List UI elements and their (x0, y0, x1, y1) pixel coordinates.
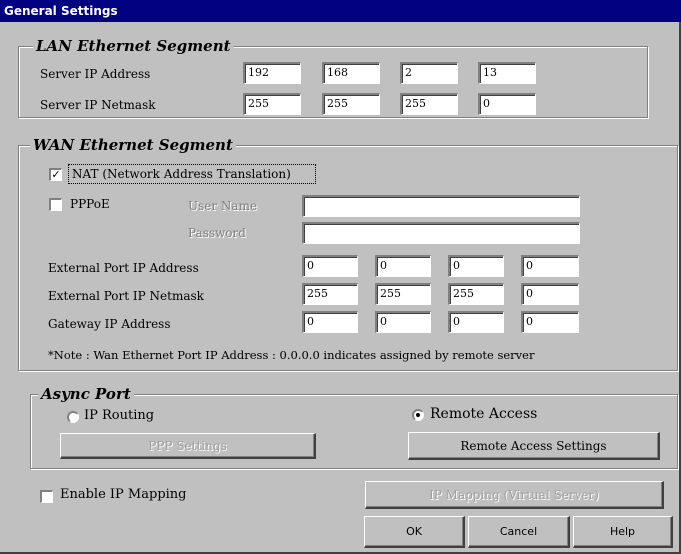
lan-legend: LAN Ethernet Segment (33, 37, 234, 55)
server-netmask-octet-3[interactable]: 255 (400, 93, 458, 115)
gateway-octet-2[interactable]: 0 (375, 311, 431, 333)
username-label: User Name (188, 199, 258, 213)
remote-access-label[interactable]: Remote Access (430, 406, 537, 422)
ppp-settings-button[interactable]: PPP Settings (60, 433, 316, 459)
ext-ip-octet-3[interactable]: 0 (448, 255, 504, 277)
pppoe-checkbox[interactable] (49, 198, 62, 211)
ext-netmask-octet-2[interactable]: 255 (375, 283, 431, 305)
ext-netmask-label: External Port IP Netmask (48, 289, 204, 303)
password-label: Password (188, 226, 246, 240)
ok-button[interactable]: OK (364, 516, 465, 548)
ext-ip-octet-1[interactable]: 0 (302, 255, 358, 277)
ip-routing-label[interactable]: IP Routing (84, 408, 154, 424)
enable-ip-mapping-label[interactable]: Enable IP Mapping (60, 487, 187, 503)
server-netmask-label: Server IP Netmask (40, 98, 156, 112)
nat-checkbox[interactable]: ✓ (49, 168, 62, 181)
server-ip-octet-1[interactable]: 192 (243, 62, 301, 84)
general-settings-dialog: General Settings LAN Ethernet Segment Se… (0, 0, 681, 554)
ext-netmask-octet-3[interactable]: 255 (448, 283, 504, 305)
gateway-octet-3[interactable]: 0 (448, 311, 504, 333)
ext-netmask-octet-4[interactable]: 0 (521, 283, 579, 305)
server-ip-octet-2[interactable]: 168 (322, 62, 380, 84)
gateway-label: Gateway IP Address (48, 317, 171, 331)
remote-access-radio[interactable] (412, 409, 424, 421)
wan-legend: WAN Ethernet Segment (30, 136, 236, 154)
ext-ip-octet-2[interactable]: 0 (375, 255, 431, 277)
nat-label[interactable]: NAT (Network Address Translation) (72, 166, 291, 182)
wan-note: *Note : Wan Ethernet Port IP Address : 0… (48, 348, 535, 362)
cancel-button[interactable]: Cancel (468, 516, 570, 548)
ip-mapping-button[interactable]: IP Mapping (Virtual Server) (365, 481, 664, 509)
dialog-title: General Settings (0, 0, 681, 22)
server-netmask-octet-1[interactable]: 255 (243, 93, 301, 115)
ext-netmask-octet-1[interactable]: 255 (302, 283, 358, 305)
server-netmask-octet-4[interactable]: 0 (478, 93, 536, 115)
server-ip-octet-4[interactable]: 13 (478, 62, 536, 84)
pppoe-label[interactable]: PPPoE (70, 196, 110, 212)
enable-ip-mapping-checkbox[interactable] (40, 490, 53, 503)
ip-routing-radio[interactable] (67, 411, 79, 423)
async-legend: Async Port (38, 385, 134, 403)
ext-ip-octet-4[interactable]: 0 (521, 255, 579, 277)
ext-ip-label: External Port IP Address (48, 261, 199, 275)
server-ip-octet-3[interactable]: 2 (400, 62, 458, 84)
remote-access-radio-dot (416, 413, 420, 417)
username-input[interactable] (302, 195, 580, 217)
server-netmask-octet-2[interactable]: 255 (322, 93, 380, 115)
gateway-octet-4[interactable]: 0 (521, 311, 579, 333)
help-button[interactable]: Help (573, 516, 673, 548)
remote-access-settings-button[interactable]: Remote Access Settings (408, 432, 660, 460)
password-input[interactable] (302, 222, 580, 244)
gateway-octet-1[interactable]: 0 (302, 311, 358, 333)
server-ip-label: Server IP Address (40, 67, 151, 81)
